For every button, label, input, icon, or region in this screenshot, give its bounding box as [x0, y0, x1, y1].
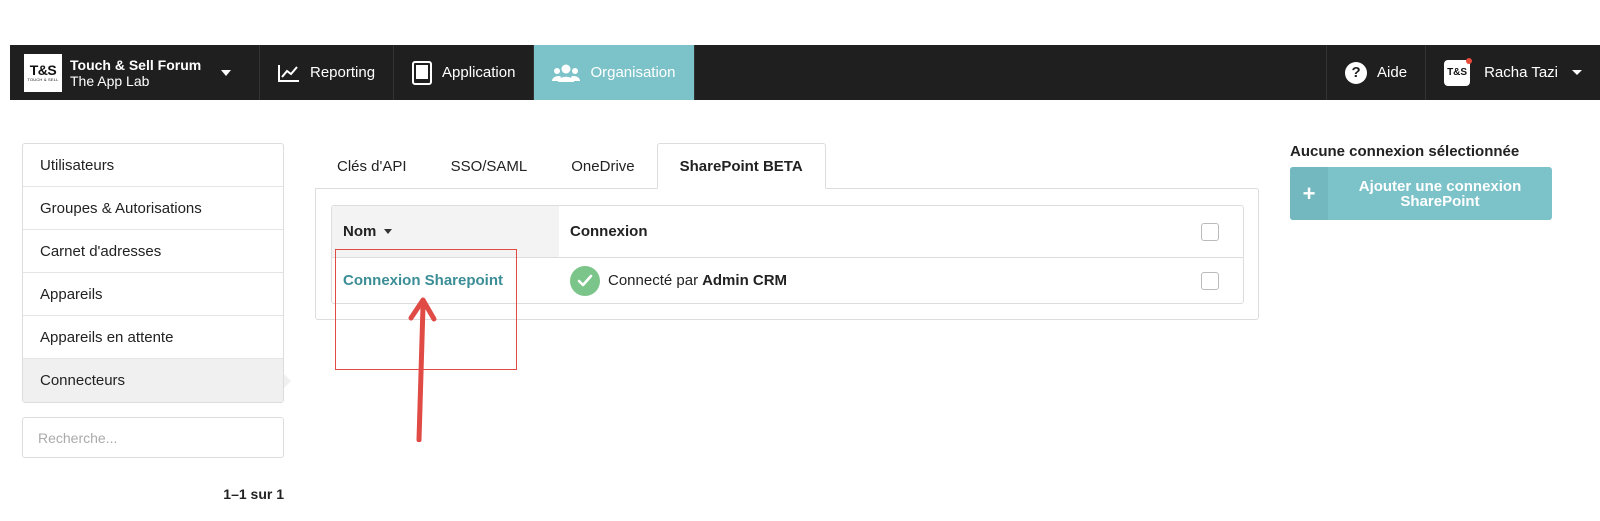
brand-logo: T&S TOUCH & SELL [24, 53, 62, 92]
table-header: Nom Connexion [332, 206, 1243, 258]
chevron-down-icon [1572, 70, 1582, 75]
plus-icon: + [1290, 167, 1328, 220]
chart-line-icon [278, 64, 300, 82]
avatar: T&S [1444, 57, 1473, 86]
sidebar-item-appareils[interactable]: Appareils [23, 273, 283, 316]
sort-down-icon [384, 229, 393, 234]
connector-tabs: Clés d'API SSO/SAML OneDrive SharePoint … [315, 143, 826, 189]
sidebar-item-label: Connecteurs [40, 372, 126, 389]
connections-table: Nom Connexion Connexion Sharepoint Conne… [331, 205, 1244, 304]
pagination-label: 1–1 sur 1 [223, 486, 284, 502]
sidebar-item-label: Groupes & Autorisations [40, 199, 202, 217]
column-header-label: Nom [343, 223, 377, 240]
nav-organisation-label: Organisation [590, 64, 676, 81]
sidebar-item-utilisateurs[interactable]: Utilisateurs [23, 144, 283, 187]
connection-status: Connecté par Admin CRM [559, 265, 1243, 296]
brand-logo-text: T&S [29, 62, 57, 78]
settings-sidebar: Utilisateurs Groupes & Autorisations Car… [22, 143, 291, 403]
sidebar-item-groupes[interactable]: Groupes & Autorisations [23, 187, 283, 230]
tab-label: Clés d'API [337, 157, 407, 175]
check-circle-icon [570, 265, 600, 296]
nav-organisation[interactable]: Organisation [534, 45, 695, 100]
nav-reporting-label: Reporting [310, 64, 376, 81]
row-checkbox[interactable] [1201, 271, 1219, 290]
tab-label: OneDrive [571, 157, 635, 175]
tab-sso-saml[interactable]: SSO/SAML [429, 143, 550, 189]
top-navbar: T&S TOUCH & SELL Touch & Sell Forum The … [10, 45, 1600, 100]
brand-logo-subtext: TOUCH & SELL [27, 77, 59, 82]
sidebar-item-label: Appareils en attente [40, 328, 174, 346]
tablet-icon [412, 60, 433, 85]
sidebar-item-carnet[interactable]: Carnet d'adresses [23, 230, 283, 273]
help-link[interactable]: ? Aide [1326, 45, 1425, 100]
tab-cles-api[interactable]: Clés d'API [315, 143, 429, 189]
tab-sharepoint[interactable]: SharePoint BETA [656, 143, 826, 189]
connection-status-user: Admin CRM [702, 272, 788, 289]
tab-label: SSO/SAML [450, 157, 528, 175]
sidebar-item-appareils-en-attente[interactable]: Appareils en attente [23, 316, 283, 359]
org-switcher[interactable]: T&S TOUCH & SELL Touch & Sell Forum The … [10, 45, 260, 100]
nav-application[interactable]: Application [394, 45, 535, 100]
nav-reporting[interactable]: Reporting [260, 45, 395, 100]
tab-onedrive[interactable]: OneDrive [549, 143, 656, 189]
connection-status-prefix: Connecté par [608, 272, 699, 289]
column-header-connexion: Connexion [559, 206, 1243, 257]
help-label: Aide [1377, 64, 1408, 81]
user-menu[interactable]: T&S Racha Tazi [1425, 45, 1600, 100]
tab-label: SharePoint BETA [679, 157, 803, 175]
users-icon [552, 63, 581, 83]
connection-name-link[interactable]: Connexion Sharepoint [332, 272, 559, 289]
sharepoint-panel: Nom Connexion Connexion Sharepoint Conne… [315, 188, 1259, 320]
sidebar-item-label: Utilisateurs [40, 156, 115, 174]
org-name: Touch & Sell Forum [70, 56, 202, 73]
question-circle-icon: ? [1345, 61, 1368, 84]
sidebar-item-label: Appareils [40, 285, 103, 303]
selection-status-title: Aucune connexion sélectionnée [1290, 143, 1520, 160]
sidebar-item-label: Carnet d'adresses [40, 242, 162, 260]
search-input[interactable] [22, 417, 284, 458]
column-header-nom[interactable]: Nom [332, 206, 559, 257]
nav-application-label: Application [442, 64, 516, 81]
add-button-label: Ajouter une connexion SharePoint [1358, 177, 1522, 210]
chevron-down-icon [221, 69, 232, 76]
column-header-label: Connexion [570, 223, 648, 240]
table-row[interactable]: Connexion Sharepoint Connecté par Admin … [332, 258, 1243, 303]
select-all-checkbox[interactable] [1201, 222, 1219, 241]
user-name: Racha Tazi [1484, 64, 1558, 81]
sidebar-item-connecteurs[interactable]: Connecteurs [23, 359, 291, 402]
add-sharepoint-connection-button[interactable]: + Ajouter une connexion SharePoint [1290, 167, 1552, 220]
org-subname: The App Lab [70, 72, 150, 89]
